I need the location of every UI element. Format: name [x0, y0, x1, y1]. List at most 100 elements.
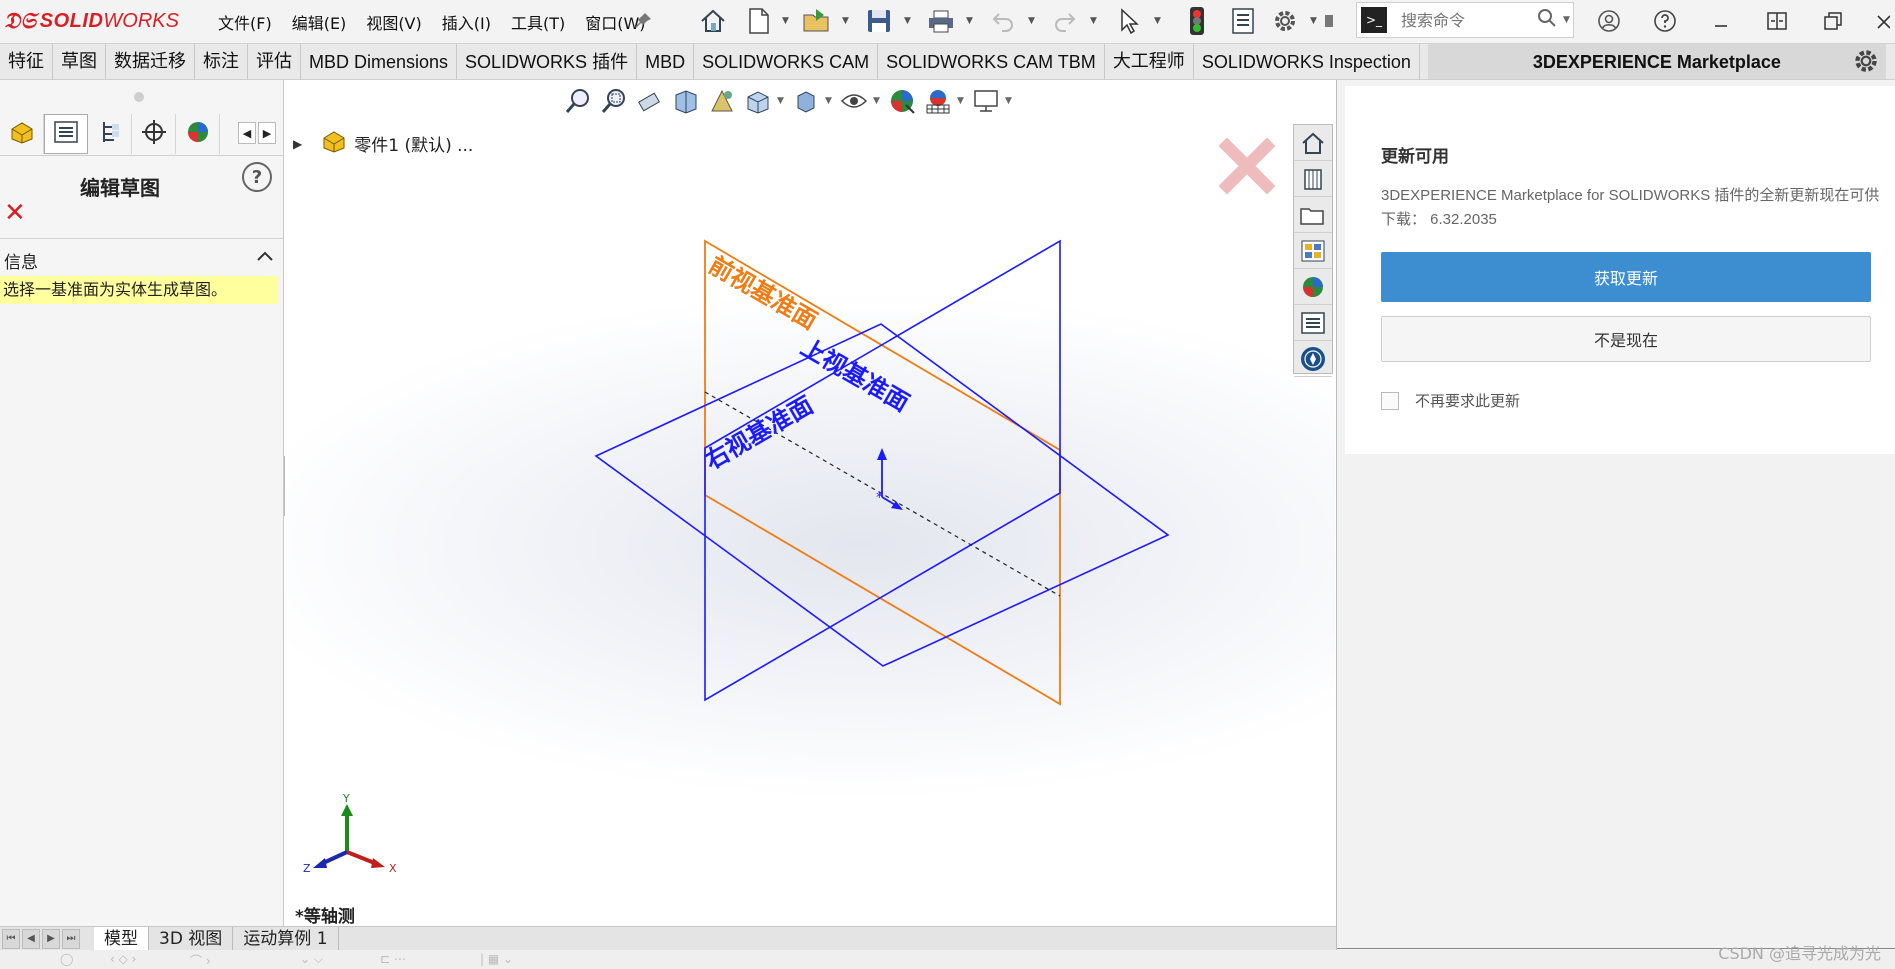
- scroll-right-icon[interactable]: ▶: [258, 122, 276, 144]
- print-icon[interactable]: [924, 4, 958, 38]
- feature-tree-root[interactable]: ▶ 零件1 (默认) ...: [293, 128, 473, 159]
- appearances-scenes-icon[interactable]: [1294, 269, 1332, 305]
- marketplace-settings-gear-icon[interactable]: [1851, 46, 1881, 80]
- tab-motion-study[interactable]: 运动算例 1: [233, 926, 339, 951]
- previous-view-icon[interactable]: [633, 84, 667, 118]
- tab-solidworks-cam-tbm[interactable]: SOLIDWORKS CAM TBM: [878, 44, 1105, 79]
- zoom-to-fit-icon[interactable]: [561, 84, 595, 118]
- view-palette-icon[interactable]: [1294, 233, 1332, 269]
- view-settings-monitor-icon[interactable]: [969, 84, 1003, 118]
- tab-features[interactable]: 特征: [0, 44, 53, 79]
- expand-arrow-icon[interactable]: ▶: [293, 137, 302, 151]
- new-dropdown-icon[interactable]: ▼: [782, 16, 789, 26]
- view-orientation-dropdown-icon[interactable]: ▼: [777, 96, 787, 106]
- chevron-up-icon[interactable]: [256, 248, 274, 273]
- edit-appearance-icon[interactable]: [885, 84, 919, 118]
- pin-icon[interactable]: [626, 4, 660, 38]
- search-commands-box[interactable]: >_ ▼: [1356, 2, 1574, 38]
- graphics-area[interactable]: * 前视基准面 上视基准面 右视基准面 ▼ ▼ ▼ ▼ ▼ ▶ 零件1 (默认)…: [285, 80, 1335, 926]
- restore-window-icon[interactable]: [1816, 6, 1850, 36]
- tab-solidworks-inspection[interactable]: SOLIDWORKS Inspection: [1194, 44, 1420, 79]
- exit-sketch-close-icon[interactable]: [1217, 136, 1277, 200]
- feature-manager-tab[interactable]: [0, 114, 44, 154]
- new-document-icon[interactable]: [742, 4, 776, 38]
- options-gear-icon[interactable]: [1268, 4, 1302, 38]
- cancel-close-button[interactable]: ✕: [4, 198, 26, 228]
- print-dropdown-icon[interactable]: ▼: [966, 16, 973, 26]
- solidworks-logo[interactable]: 𝔇𝔖 SOLID WORKS: [4, 6, 179, 36]
- home-icon[interactable]: [696, 4, 730, 38]
- display-style-icon[interactable]: [789, 84, 823, 118]
- search-dropdown-icon[interactable]: ▼: [1563, 15, 1570, 25]
- search-icon[interactable]: [1537, 8, 1557, 32]
- tab-solidworks-cam[interactable]: SOLIDWORKS CAM: [694, 44, 879, 79]
- select-dropdown-icon[interactable]: ▼: [1154, 16, 1161, 26]
- last-tab-icon[interactable]: ⏭: [62, 928, 80, 949]
- options-dropdown-icon[interactable]: ▼: [1310, 16, 1317, 26]
- tab-model[interactable]: 模型: [94, 926, 149, 951]
- dynamic-annotation-icon[interactable]: [705, 84, 739, 118]
- tab-mbd[interactable]: MBD: [637, 44, 695, 79]
- help-button[interactable]: ?: [242, 162, 272, 192]
- tile-windows-icon[interactable]: [1760, 6, 1794, 36]
- configuration-manager-tab[interactable]: [88, 114, 132, 154]
- next-tab-icon[interactable]: ▶: [42, 928, 60, 949]
- tab-3d-views[interactable]: 3D 视图: [149, 926, 234, 951]
- tab-mbd-dimensions[interactable]: MBD Dimensions: [301, 44, 458, 79]
- dont-ask-again-checkbox[interactable]: [1381, 391, 1399, 410]
- tab-3dexperience-marketplace[interactable]: 3DEXPERIENCE Marketplace: [1427, 44, 1886, 79]
- dimxpert-manager-tab[interactable]: [132, 114, 176, 154]
- tab-evaluate[interactable]: 评估: [248, 44, 301, 79]
- apply-scene-icon[interactable]: [921, 84, 955, 118]
- hide-show-items-eye-icon[interactable]: [837, 84, 871, 118]
- display-manager-tab[interactable]: [176, 114, 220, 154]
- search-input[interactable]: [1399, 9, 1529, 31]
- tab-big-engineer[interactable]: 大工程师: [1105, 44, 1194, 79]
- property-manager-tab[interactable]: [44, 114, 88, 154]
- panel-drag-handle[interactable]: [134, 92, 144, 102]
- not-now-button[interactable]: 不是现在: [1381, 316, 1871, 362]
- custom-properties-icon[interactable]: [1294, 305, 1332, 341]
- display-style-dropdown-icon[interactable]: ▼: [825, 96, 835, 106]
- view-orientation-icon[interactable]: [741, 84, 775, 118]
- menu-file[interactable]: 文件(F): [208, 10, 282, 34]
- redo-dropdown-icon[interactable]: ▼: [1090, 16, 1097, 26]
- menu-insert[interactable]: 插入(I): [432, 10, 501, 34]
- hide-show-dropdown-icon[interactable]: ▼: [873, 96, 883, 106]
- file-properties-icon[interactable]: [1226, 4, 1260, 38]
- open-folder-icon[interactable]: [800, 4, 834, 38]
- info-group-header[interactable]: 信息: [4, 248, 274, 273]
- select-arrow-icon[interactable]: [1112, 4, 1146, 38]
- tab-markup[interactable]: 标注: [195, 44, 248, 79]
- rebuild-traffic-light-icon[interactable]: [1180, 4, 1214, 38]
- close-window-icon[interactable]: [1870, 6, 1895, 36]
- view-settings-dropdown-icon[interactable]: ▼: [1005, 96, 1015, 106]
- minimize-icon[interactable]: [1704, 6, 1738, 36]
- zoom-to-area-icon[interactable]: [597, 84, 631, 118]
- redo-icon[interactable]: [1048, 4, 1082, 38]
- tab-solidworks-addins[interactable]: SOLIDWORKS 插件: [457, 44, 638, 79]
- section-view-icon[interactable]: [669, 84, 703, 118]
- get-update-button[interactable]: 获取更新: [1381, 252, 1871, 302]
- solidworks-resources-home-icon[interactable]: [1294, 125, 1332, 161]
- first-tab-icon[interactable]: ⏮: [2, 928, 20, 949]
- tab-data-migration[interactable]: 数据迁移: [106, 44, 195, 79]
- open-dropdown-icon[interactable]: ▼: [842, 16, 849, 26]
- extra-toolbar-icon[interactable]: [1320, 4, 1340, 38]
- save-dropdown-icon[interactable]: ▼: [904, 16, 911, 26]
- tab-sketch[interactable]: 草图: [53, 44, 106, 79]
- user-account-icon[interactable]: [1592, 6, 1626, 36]
- menu-view[interactable]: 视图(V): [356, 10, 431, 34]
- apply-scene-dropdown-icon[interactable]: ▼: [957, 96, 967, 106]
- undo-icon[interactable]: [986, 4, 1020, 38]
- file-explorer-folder-icon[interactable]: [1294, 197, 1332, 233]
- menu-tools[interactable]: 工具(T): [501, 10, 575, 34]
- scroll-left-icon[interactable]: ◀: [238, 122, 256, 144]
- menu-edit[interactable]: 编辑(E): [282, 10, 357, 34]
- marketplace-compass-icon[interactable]: [1294, 341, 1332, 377]
- save-icon[interactable]: [862, 4, 896, 38]
- design-library-icon[interactable]: [1294, 161, 1332, 197]
- help-icon[interactable]: [1648, 6, 1682, 36]
- prev-tab-icon[interactable]: ◀: [22, 928, 40, 949]
- undo-dropdown-icon[interactable]: ▼: [1028, 16, 1035, 26]
